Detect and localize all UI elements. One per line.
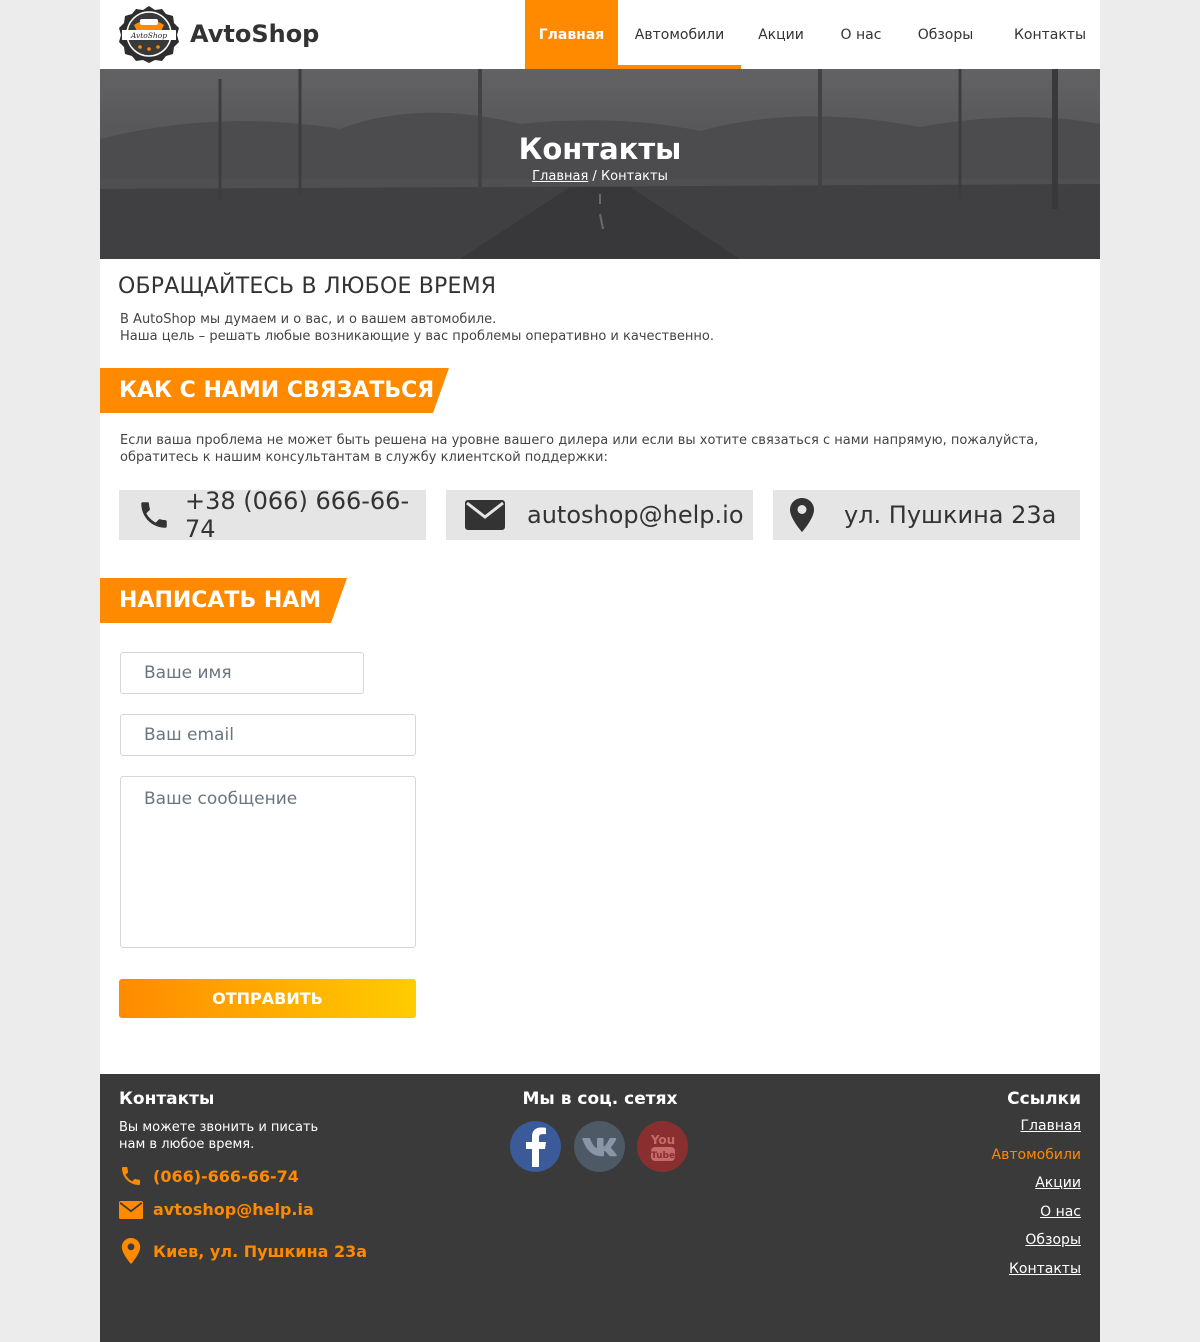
address-text: ул. Пушкина 23а xyxy=(844,501,1057,529)
intro-line-2: Наша цель – решать любые возникающие у в… xyxy=(120,329,714,344)
footer-phone[interactable]: (066)-666-66-74 xyxy=(119,1164,299,1188)
youtube-icon: You Tube xyxy=(650,1133,675,1161)
nav-item-cars[interactable]: Автомобили xyxy=(618,0,741,69)
svg-text:AvtoShop: AvtoShop xyxy=(130,31,167,40)
intro-line-1: В AutoShop мы думаем и о вас, и о вашем … xyxy=(120,312,497,327)
phone-number: +38 (066) 666-66-74 xyxy=(185,487,410,543)
map-marker-icon xyxy=(121,1238,141,1264)
breadcrumb-home-link[interactable]: Главная xyxy=(532,169,588,184)
breadcrumb: Главная / Контакты xyxy=(100,169,1100,184)
nav-item-reviews[interactable]: Обзоры xyxy=(901,0,990,69)
hero-banner: Контакты Главная / Контакты xyxy=(100,69,1100,259)
footer-social-heading: Мы в соц. сетях xyxy=(522,1089,678,1109)
footer-links-heading: Ссылки xyxy=(1007,1089,1081,1109)
phone-icon xyxy=(122,1167,140,1185)
footer-email[interactable]: avtoshop@help.ia xyxy=(119,1200,314,1219)
phone-box[interactable]: +38 (066) 666-66-74 xyxy=(119,487,426,543)
footer-address[interactable]: Киев, ул. Пушкина 23а xyxy=(119,1238,367,1264)
footer-link-reviews[interactable]: Обзоры xyxy=(992,1232,1081,1250)
footer-email-text: avtoshop@help.ia xyxy=(153,1200,314,1219)
contact-section-text: Если ваша проблема не может быть решена … xyxy=(120,432,1050,466)
contact-text-line-1: Если ваша проблема не может быть решена … xyxy=(120,433,1039,448)
footer-contacts-line-2: нам в любое время. xyxy=(119,1137,255,1152)
youtube-link[interactable]: You Tube xyxy=(637,1121,688,1172)
form-heading: НАПИСАТЬ НАМ xyxy=(100,578,347,623)
address-box[interactable]: ул. Пушкина 23а xyxy=(773,490,1080,540)
page-title: Контакты xyxy=(518,132,682,166)
footer-contacts-line-1: Вы можете звонить и писать xyxy=(119,1120,319,1135)
page: AvtoShop AvtoShop Главная Автомобили Акц… xyxy=(100,0,1100,1342)
vk-icon xyxy=(581,1137,617,1156)
svg-text:You: You xyxy=(650,1133,675,1147)
email-address: autoshop@help.io xyxy=(527,501,744,529)
intro-heading: ОБРАЩАЙТЕСЬ В ЛЮБОЕ ВРЕМЯ xyxy=(118,274,497,299)
footer-link-home[interactable]: Главная xyxy=(992,1118,1081,1136)
footer-link-about[interactable]: О нас xyxy=(992,1204,1081,1222)
contact-text-line-2: обратитесь к нашим консультантам в служб… xyxy=(120,450,608,465)
breadcrumb-separator: / xyxy=(588,169,601,184)
envelope-icon xyxy=(465,500,505,530)
logo-icon[interactable]: AvtoShop xyxy=(118,5,180,63)
footer-link-contacts[interactable]: Контакты xyxy=(992,1261,1081,1279)
brand-name[interactable]: AvtoShop xyxy=(190,20,319,48)
footer-link-cars[interactable]: Автомобили xyxy=(992,1147,1081,1165)
footer-contacts-text: Вы можете звонить и писать нам в любое в… xyxy=(119,1119,329,1153)
site-header: AvtoShop AvtoShop Главная Автомобили Акц… xyxy=(100,0,1100,69)
svg-text:Tube: Tube xyxy=(650,1151,674,1161)
map-marker-icon xyxy=(790,498,814,532)
contact-section-heading: КАК С НАМИ СВЯЗАТЬСЯ xyxy=(100,368,449,413)
main-nav: Главная Автомобили Акции О нас Обзоры Ко… xyxy=(525,0,1100,69)
submit-button[interactable]: ОТПРАВИТЬ xyxy=(119,979,416,1018)
footer-phone-text: (066)-666-66-74 xyxy=(153,1166,299,1186)
nav-item-promotions[interactable]: Акции xyxy=(741,0,821,69)
site-footer: Контакты Вы можете звонить и писать нам … xyxy=(100,1074,1100,1342)
name-input[interactable] xyxy=(120,652,364,694)
envelope-icon xyxy=(119,1200,143,1219)
footer-link-promotions[interactable]: Акции xyxy=(992,1175,1081,1193)
nav-item-home[interactable]: Главная xyxy=(525,0,618,69)
footer-address-text: Киев, ул. Пушкина 23а xyxy=(153,1241,368,1261)
facebook-link[interactable] xyxy=(510,1121,561,1172)
email-input[interactable] xyxy=(120,714,416,756)
message-textarea[interactable] xyxy=(120,776,416,948)
email-box[interactable]: autoshop@help.io xyxy=(446,490,753,540)
intro-text: В AutoShop мы думаем и о вас, и о вашем … xyxy=(120,311,714,345)
vk-link[interactable] xyxy=(574,1121,625,1172)
nav-item-about[interactable]: О нас xyxy=(821,0,901,69)
footer-links: Главная Автомобили Акции О нас Обзоры Ко… xyxy=(992,1118,1081,1289)
nav-item-contacts[interactable]: Контакты xyxy=(990,0,1100,69)
breadcrumb-current: Контакты xyxy=(600,169,668,184)
phone-icon xyxy=(141,502,167,528)
facebook-icon xyxy=(525,1127,546,1167)
